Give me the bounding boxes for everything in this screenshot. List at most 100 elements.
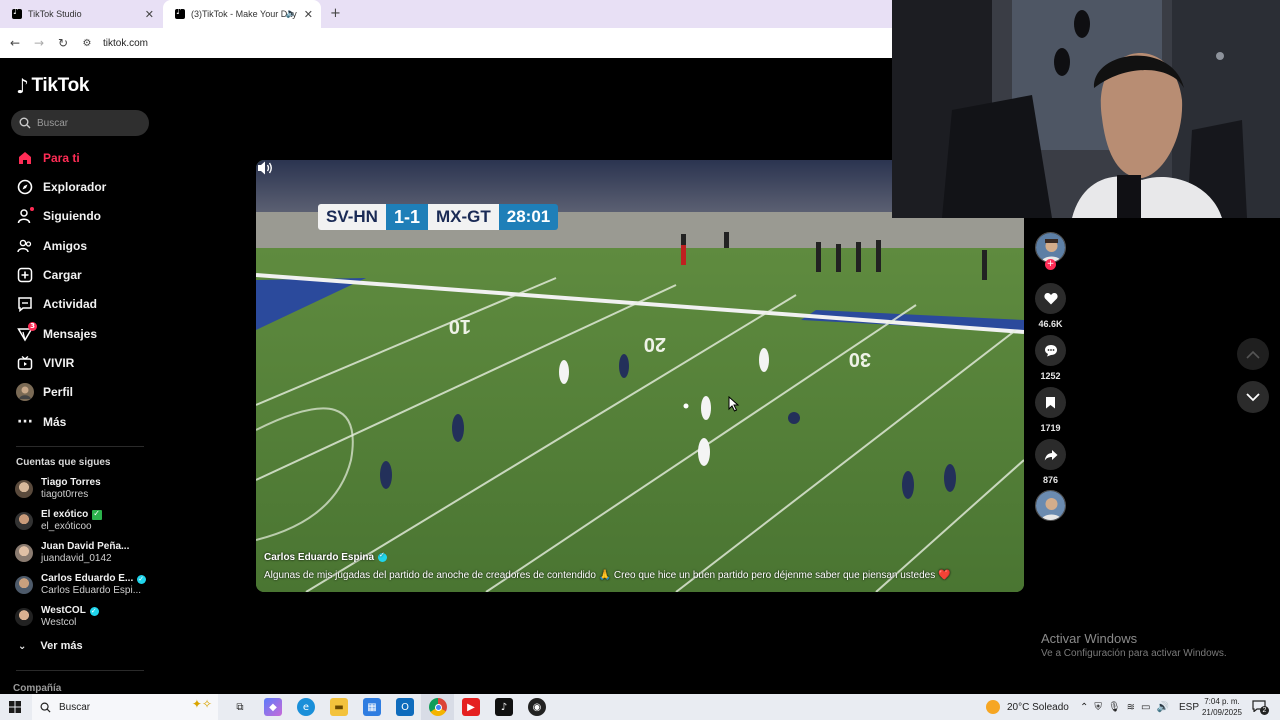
edge-icon[interactable]: e [297,698,315,716]
heart-icon [1043,293,1058,305]
start-button[interactable] [9,701,21,716]
tiktok-favicon-icon [12,7,22,19]
following-account[interactable]: Tiago Torres tiagot0rres [15,476,101,502]
messages-icon: 3 [16,322,37,343]
chevron-down-icon [1246,392,1260,401]
battery-icon: ▭ [1140,701,1157,713]
tab-tiktok-feed[interactable]: (3)TikTok - Make Your Day 🔈 ✕ [163,0,321,28]
notifications-button[interactable]: 2 [1252,700,1269,715]
like-button[interactable] [1035,283,1066,314]
share-button[interactable] [1035,439,1066,470]
chevron-up-icon [1246,350,1260,359]
save-button[interactable] [1035,387,1066,418]
nav-label: Actividad [43,297,98,311]
tiktok-app-icon[interactable]: ♪ [495,698,513,716]
match-time: 28:01 [498,204,559,230]
video-player[interactable]: 10 20 30 SV-HN 1-1 MX-GT 28:01 Carlos Ed… [256,160,1024,592]
video-author[interactable]: Carlos Eduardo Espina [264,551,388,563]
vpn-icon: ⛨ [1094,701,1108,713]
outlook-icon[interactable]: O [396,698,414,716]
search-input[interactable] [37,117,137,129]
tiktok-note-icon: ♪ [16,74,29,98]
reload-icon[interactable]: ↻ [51,36,75,50]
nav-upload[interactable]: Cargar [16,265,82,285]
sun-icon [986,700,1000,714]
nav-profile[interactable]: Perfil [16,382,73,402]
input-language[interactable]: ESP [1179,694,1199,720]
friends-icon [16,237,34,255]
nav-following[interactable]: Siguiendo [16,206,101,226]
obs-icon[interactable]: ◉ [528,698,546,716]
following-account[interactable]: WestCOLWestcol [15,604,99,630]
like-count: 46.6K [1038,319,1063,329]
address-bar[interactable]: tiktok.com [103,38,148,49]
mic-icon: 🎙 [1107,701,1127,713]
nav-live[interactable]: VIVIR [16,353,74,373]
avatar [15,544,33,562]
clock[interactable]: 7:04 p. m. 21/09/2025 [1199,696,1245,718]
site-info-icon[interactable]: ⚙ [75,38,99,49]
new-tab-button[interactable]: + [330,6,341,21]
avatar [15,608,33,626]
music-disc[interactable] [1035,490,1066,521]
taskbar-search[interactable]: Buscar ✦✧ [32,694,218,720]
nav-messages[interactable]: 3 Mensajes [16,322,97,344]
tiktok-logo[interactable]: ♪ TikTok [16,74,89,98]
account-handle: tiagot0rres [41,489,89,500]
notification-count: 2 [1260,706,1269,715]
following-account[interactable]: Carlos Eduardo E...Carlos Eduardo Espi..… [15,572,147,598]
volume-icon[interactable] [256,160,274,176]
search-box[interactable] [11,110,149,136]
following-icon [16,207,34,225]
close-tab-icon[interactable]: ✕ [304,8,313,21]
follow-plus-icon[interactable]: + [1045,259,1056,270]
close-tab-icon[interactable]: ✕ [145,8,154,21]
store-icon[interactable]: ▦ [363,698,381,716]
nav-label: Amigos [43,239,88,253]
account-handle: Westcol [41,617,77,628]
share-count: 876 [1042,475,1059,485]
account-handle: el_exóticoo [41,521,92,532]
activate-windows-subtitle: Ve a Configuración para activar Windows. [1041,648,1227,659]
account-name: Juan David Peña... [41,541,130,552]
windows-taskbar: Buscar ✦✧ ⧉ ◆ e ▬ ▦ O ▶ ♪ ◉ 20°C Soleado… [0,694,1280,720]
previous-video-button[interactable] [1237,338,1269,370]
account-handle: Carlos Eduardo Espi... [41,585,142,596]
system-tray-icons[interactable]: ⌃ ⛨ 🎙 ≋ ▭ 🔊 [1080,694,1175,720]
weather-widget[interactable]: 20°C Soleado [986,694,1069,720]
comment-button[interactable] [1035,335,1066,366]
compass-icon [16,178,34,196]
cursor-icon [728,396,740,412]
nav-label: Siguiendo [43,209,101,223]
forward-icon[interactable]: → [27,36,51,50]
nav-more[interactable]: ··· Más [16,412,66,432]
youtube-icon[interactable]: ▶ [462,698,480,716]
chrome-icon[interactable] [429,698,447,716]
nav-label: Más [43,415,67,429]
verified-icon [89,605,99,617]
author-name: Carlos Eduardo Espina [264,552,375,563]
see-more-button[interactable]: ⌄ Ver más [18,640,83,652]
back-icon[interactable]: ← [3,36,27,50]
share-icon [1044,449,1057,460]
avatar-icon [16,383,34,401]
nav-explore[interactable]: Explorador [16,177,106,197]
following-account[interactable]: Juan David Peña... juandavid_0142 [15,540,129,566]
taskbar-search-label: Buscar [59,701,91,713]
company-link[interactable]: Compañía [13,683,61,694]
browser-window: TikTok Studio ✕ (3)TikTok - Make Your Da… [0,0,892,58]
task-view-icon[interactable]: ⧉ [231,698,249,716]
copilot-sparkle-icon: ✦✧ [191,697,212,711]
home-icon [16,149,34,167]
nav-activity[interactable]: Actividad [16,294,97,314]
sidebar-divider [16,446,144,447]
nav-friends[interactable]: Amigos [16,236,87,256]
following-account[interactable]: El exóticoel_exóticoo [15,508,103,534]
copilot-icon[interactable]: ◆ [264,698,282,716]
next-video-button[interactable] [1237,381,1269,413]
tab-tiktok-studio[interactable]: TikTok Studio ✕ [0,0,162,28]
file-explorer-icon[interactable]: ▬ [330,698,348,716]
nav-for-you[interactable]: Para ti [16,148,80,168]
volume-icon: 🔊 [1156,701,1175,713]
tab-audio-icon[interactable]: 🔈 [286,9,297,19]
